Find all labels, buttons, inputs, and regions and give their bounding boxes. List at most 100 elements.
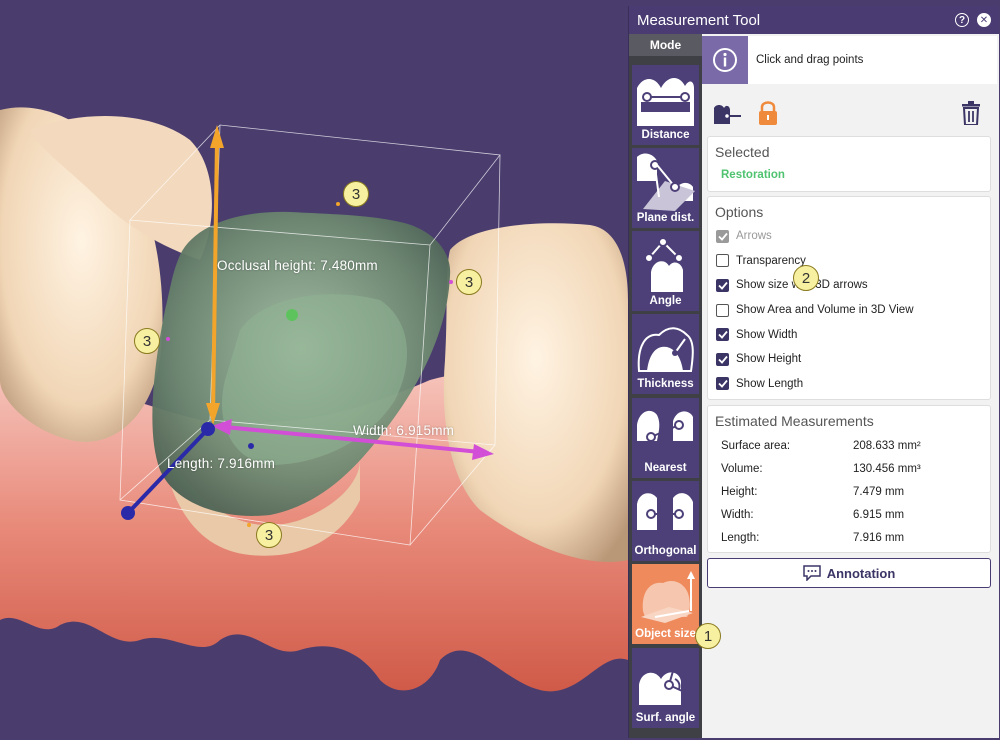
mode-plane-distance-button[interactable]: Plane dist. xyxy=(632,148,699,228)
close-icon[interactable]: ✕ xyxy=(977,13,991,27)
mode-column: Mode Distance Plane dist. Angle Thicknes… xyxy=(629,34,702,738)
mode-orthogonal-button[interactable]: Orthogonal xyxy=(632,481,699,561)
option-label: Show Width xyxy=(736,328,798,341)
mode-label-thickness: Thickness xyxy=(637,378,694,390)
mode-label-plane-distance: Plane dist. xyxy=(636,212,695,224)
measurement-value: 130.456 mm³ xyxy=(853,463,921,476)
plane-distance-icon xyxy=(637,153,695,211)
option-row[interactable]: Show Height xyxy=(708,347,990,372)
info-bar: Click and drag points xyxy=(702,36,997,84)
nearest-icon xyxy=(637,410,693,442)
checkbox[interactable] xyxy=(716,303,729,317)
surface-angle-icon xyxy=(639,656,692,705)
option-row[interactable]: Show Length xyxy=(708,372,990,397)
options-card: Options Arrows Transparency Show size with… xyxy=(707,196,991,400)
mode-surface-angle-button[interactable]: Surf. angle xyxy=(632,648,699,728)
help-icon[interactable]: ? xyxy=(955,13,969,27)
option-row[interactable]: Arrows xyxy=(708,224,990,249)
option-row[interactable]: Show Area and Volume in 3D View xyxy=(708,298,990,323)
measurement-row: Volume: 130.456 mm³ xyxy=(708,458,990,481)
measurement-value: 6.915 mm xyxy=(853,508,905,521)
width-label: Width: 6.915mm xyxy=(353,423,455,438)
measurement-name: Volume: xyxy=(721,463,763,476)
angle-icon xyxy=(644,237,684,292)
trash-icon[interactable] xyxy=(960,101,982,125)
measurement-row: Surface area: 208.633 mm² xyxy=(708,435,990,458)
options-title: Options xyxy=(715,204,764,220)
check-icon xyxy=(717,355,728,364)
mode-label-distance: Distance xyxy=(641,129,690,141)
lock-icon[interactable] xyxy=(757,100,779,126)
measurement-name: Height: xyxy=(721,485,758,498)
option-label: Show Area and Volume in 3D View xyxy=(736,304,914,317)
mode-label-nearest: Nearest xyxy=(644,462,687,474)
annotation-label: Annotation xyxy=(826,565,896,581)
measurement-name: Surface area: xyxy=(721,440,791,453)
distance-icon xyxy=(637,77,694,126)
checkbox[interactable] xyxy=(716,278,729,292)
tool-toolbar xyxy=(702,90,999,132)
length-label: Length: 7.916mm xyxy=(167,456,276,471)
annotation-icon xyxy=(802,565,821,581)
panel-header: Measurement Tool ? ✕ xyxy=(629,6,999,34)
measurement-row: Width: 6.915 mm xyxy=(708,503,990,526)
checkbox[interactable] xyxy=(716,328,729,342)
mode-label-orthogonal: Orthogonal xyxy=(634,545,697,557)
mode-label-angle: Angle xyxy=(649,295,682,307)
dental-scene[interactable] xyxy=(0,0,628,740)
panel-content: Click and drag points Selected Restorati… xyxy=(702,34,999,738)
checkbox xyxy=(716,229,729,243)
option-label: Show Length xyxy=(736,377,804,390)
measurement-value: 7.479 mm xyxy=(853,485,905,498)
callout-marker: 1 xyxy=(695,623,721,649)
mode-label-surface-angle: Surf. angle xyxy=(635,712,696,724)
measurements-card: Estimated Measurements Surface area: 208.… xyxy=(707,405,991,553)
callout-marker: 3 xyxy=(456,269,482,295)
callout-marker: 2 xyxy=(793,265,819,291)
measurement-row: Length: 7.916 mm xyxy=(708,526,990,549)
selected-card: Selected Restoration xyxy=(707,136,991,192)
object-size-icon xyxy=(641,571,695,623)
callout-marker: 3 xyxy=(256,522,282,548)
check-icon xyxy=(717,281,728,290)
measurement-row: Height: 7.479 mm xyxy=(708,481,990,504)
measurement-tool-panel: Measurement Tool ? ✕ Mode Distance Plane… xyxy=(628,6,999,738)
option-row[interactable]: Transparency xyxy=(708,249,990,274)
mode-label-object-size: Object size xyxy=(635,628,696,640)
mode-object-size-button[interactable]: Object size xyxy=(632,564,699,644)
mode-label: Mode xyxy=(629,34,702,56)
thickness-icon xyxy=(637,327,694,372)
option-label: Arrows xyxy=(736,230,772,243)
checkbox[interactable] xyxy=(716,254,729,268)
check-icon xyxy=(717,331,728,340)
annotation-button[interactable]: Annotation xyxy=(707,558,991,588)
option-label: Show Height xyxy=(736,353,802,366)
callout-marker: 3 xyxy=(343,181,369,207)
measurements-title: Estimated Measurements xyxy=(715,413,874,429)
check-icon xyxy=(717,380,728,389)
info-icon xyxy=(702,36,748,84)
occlusal-height-label: Occlusal height: 7.480mm xyxy=(217,258,378,273)
center-point xyxy=(286,309,298,321)
option-row[interactable]: Show Width xyxy=(708,322,990,347)
select-object-icon[interactable] xyxy=(712,102,742,126)
mode-thickness-button[interactable]: Thickness xyxy=(632,314,699,394)
callout-marker: 3 xyxy=(134,328,160,354)
measurement-value: 7.916 mm xyxy=(853,531,905,544)
mode-angle-button[interactable]: Angle xyxy=(632,231,699,311)
option-label: Transparency xyxy=(736,254,806,267)
checkbox[interactable] xyxy=(716,352,729,366)
3d-viewport[interactable]: Occlusal height: 7.480mm Width: 6.915mm … xyxy=(0,0,628,740)
measurement-name: Width: xyxy=(721,508,754,521)
checkbox[interactable] xyxy=(716,377,729,391)
selected-value[interactable]: Restoration xyxy=(708,160,990,181)
mode-nearest-button[interactable]: Nearest xyxy=(632,398,699,478)
option-row[interactable]: Show size with 3D arrows xyxy=(708,273,990,298)
measurement-value: 208.633 mm² xyxy=(853,440,921,453)
selected-title: Selected xyxy=(715,144,770,160)
check-icon xyxy=(717,232,728,241)
measurement-name: Length: xyxy=(721,531,760,544)
mode-distance-button[interactable]: Distance xyxy=(632,65,699,145)
info-text: Click and drag points xyxy=(756,54,864,66)
panel-title: Measurement Tool xyxy=(637,11,761,29)
